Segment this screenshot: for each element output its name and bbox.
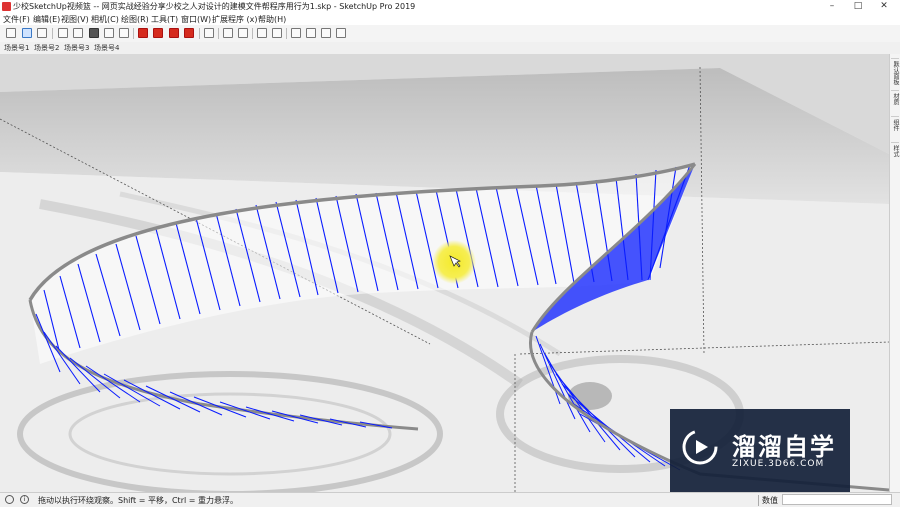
menu-tools[interactable]: 工具(T) [151,14,178,25]
menu-camera[interactable]: 相机(C) [91,14,119,25]
tray-tab-styles[interactable]: 样式 [891,142,899,157]
xray-icon[interactable] [291,28,301,38]
paint-bucket-icon[interactable] [22,28,32,38]
scene-tab-4[interactable]: 场景号4 [94,43,119,53]
scene-tab-2[interactable]: 场景号2 [34,43,59,53]
save-icon[interactable] [73,28,83,38]
print-icon[interactable] [104,28,114,38]
measurements-label: 数值 [758,495,778,506]
default-tray: 默认面板 材质 组件 样式 [889,54,900,492]
info-icon[interactable]: i [20,495,29,504]
watermark: 溜溜自学 ZIXUE.3D66.COM [670,409,850,493]
select-icon[interactable] [6,28,16,38]
hidden-line-icon[interactable] [321,28,331,38]
tray-tab-materials[interactable]: 材质 [891,90,899,105]
undo-icon[interactable] [89,28,99,38]
scene-tab-3[interactable]: 场景号3 [64,43,89,53]
menu-extensions[interactable]: 扩展程序 (x) [212,14,258,25]
measurements-field[interactable] [782,494,892,505]
extension-gear-icon[interactable] [138,28,148,38]
title-bar: 少校SketchUp视频篮 -- 网页实战经验分享少校之人对设计的建模文件帮程序… [0,0,900,13]
scene-tabs: 场景号1 场景号2 场景号3 场景号4 [0,42,900,54]
menu-window[interactable]: 窗口(W) [181,14,211,25]
scene-tab-1[interactable]: 场景号1 [4,43,29,53]
camera-icon[interactable] [169,28,179,38]
orbit-icon[interactable] [37,28,47,38]
status-message: 拖动以执行环绕观察。Shift = 平移，Ctrl = 重力悬浮。 [38,496,238,505]
sketchup-app-icon [2,2,11,11]
window-title: 少校SketchUp视频篮 -- 网页实战经验分享少校之人对设计的建模文件帮程序… [13,2,416,11]
menu-view[interactable]: 视图(V) [61,14,89,25]
toolbar-separator [218,28,219,39]
text-icon[interactable] [238,28,248,38]
toolbar-separator [286,28,287,39]
menu-edit[interactable]: 编辑(E) [33,14,60,25]
maximize-button[interactable]: □ [844,0,872,13]
geo-location-icon[interactable] [5,495,14,504]
menu-file[interactable]: 文件(F) [3,14,30,25]
menu-help[interactable]: 帮助(H) [258,14,286,25]
section-plane-icon[interactable] [257,28,267,38]
watermark-name: 溜溜自学 [732,433,836,461]
toolbar-separator [199,28,200,39]
open-folder-icon[interactable] [58,28,68,38]
watermark-logo-icon [682,429,718,465]
toolbar-separator [133,28,134,39]
toolbar-separator [252,28,253,39]
minimize-button[interactable]: – [818,0,846,13]
toolbar-separator [52,28,53,39]
menu-bar: 文件(F) 编辑(E) 视图(V) 相机(C) 绘图(R) 工具(T) 窗口(W… [0,13,900,25]
menu-draw[interactable]: 绘图(R) [121,14,149,25]
status-bar: i 拖动以执行环绕观察。Shift = 平移，Ctrl = 重力悬浮。 数值 [0,492,900,507]
close-button[interactable]: ✕ [870,0,898,13]
toolbar [0,25,900,43]
display-section-icon[interactable] [272,28,282,38]
dimension-icon[interactable] [204,28,214,38]
tape-icon[interactable] [223,28,233,38]
wireframe-icon[interactable] [306,28,316,38]
shaded-icon[interactable] [336,28,346,38]
warehouse-icon[interactable] [119,28,129,38]
watermark-url: ZIXUE.3D66.COM [732,459,825,469]
send-to-layout-icon[interactable] [184,28,194,38]
tray-tab-components[interactable]: 组件 [891,116,899,131]
tray-tab-default[interactable]: 默认面板 [891,58,899,85]
model-info-icon[interactable] [153,28,163,38]
